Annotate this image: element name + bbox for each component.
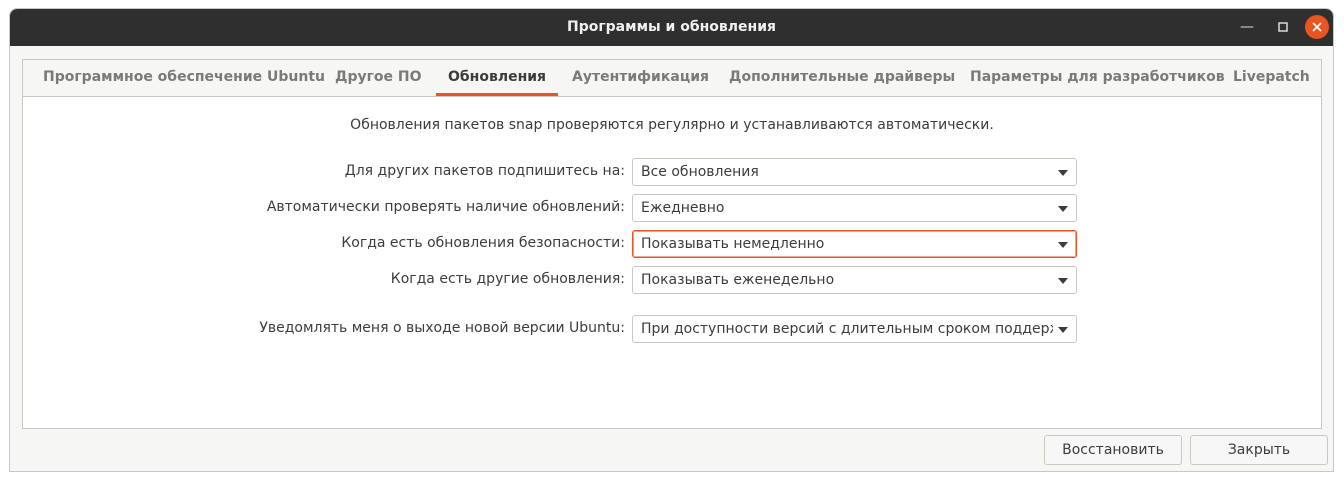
other-updates-combo[interactable]: Показывать еженедельно (632, 266, 1077, 294)
security-updates-combo[interactable]: Показывать немедленно (632, 230, 1077, 258)
new-version-value: При доступности версий с длительным срок… (641, 321, 1053, 337)
close-button[interactable]: Закрыть (1190, 435, 1328, 465)
tab-updates[interactable]: Обновления (436, 60, 559, 96)
maximize-icon[interactable] (1271, 15, 1295, 39)
chevron-down-icon (1058, 278, 1068, 284)
subscribe-label: Для других пакетов подпишитесь на: (344, 163, 625, 179)
tab-livepatch[interactable]: Livepatch (1221, 60, 1322, 96)
other-updates-label: Когда есть другие обновления: (390, 271, 625, 287)
tab-other-software[interactable]: Другое ПО (323, 60, 434, 96)
snap-updates-info: Обновления пакетов snap проверяются регу… (350, 117, 994, 133)
chevron-down-icon (1058, 327, 1068, 333)
chevron-down-icon (1058, 170, 1068, 176)
check-frequency-value: Ежедневно (641, 200, 725, 216)
close-x (1312, 22, 1322, 32)
minimize-icon[interactable]: — (1235, 15, 1259, 39)
close-icon[interactable] (1305, 15, 1329, 39)
subscribe-combo[interactable]: Все обновления (632, 158, 1077, 186)
subscribe-value: Все обновления (641, 164, 759, 180)
chevron-down-icon (1058, 206, 1068, 212)
software-updates-window: Программы и обновления — Программное обе… (9, 8, 1334, 472)
tab-bar: Программное обеспечение Ubuntu Другое ПО… (23, 60, 1321, 97)
tab-additional-drivers[interactable]: Дополнительные драйверы (717, 60, 967, 96)
security-updates-label: Когда есть обновления безопасности: (341, 235, 625, 251)
maximize-square (1278, 22, 1288, 32)
other-updates-value: Показывать еженедельно (641, 272, 835, 288)
window-title: Программы и обновления (566, 19, 776, 35)
tab-ubuntu-software[interactable]: Программное обеспечение Ubuntu (31, 60, 337, 96)
new-version-label: Уведомлять меня о выходе новой версии Ub… (259, 320, 625, 336)
new-version-combo[interactable]: При доступности версий с длительным срок… (632, 315, 1077, 343)
check-frequency-combo[interactable]: Ежедневно (632, 194, 1077, 222)
tab-authentication[interactable]: Аутентификация (560, 60, 721, 96)
check-frequency-label: Автоматически проверять наличие обновлен… (266, 199, 625, 215)
titlebar[interactable]: Программы и обновления — (10, 9, 1333, 46)
settings-notebook: Программное обеспечение Ubuntu Другое ПО… (22, 59, 1322, 429)
chevron-down-icon (1058, 242, 1068, 248)
security-updates-value: Показывать немедленно (641, 236, 825, 252)
tab-developer-options[interactable]: Параметры для разработчиков (958, 60, 1237, 96)
revert-button[interactable]: Восстановить (1044, 435, 1182, 465)
